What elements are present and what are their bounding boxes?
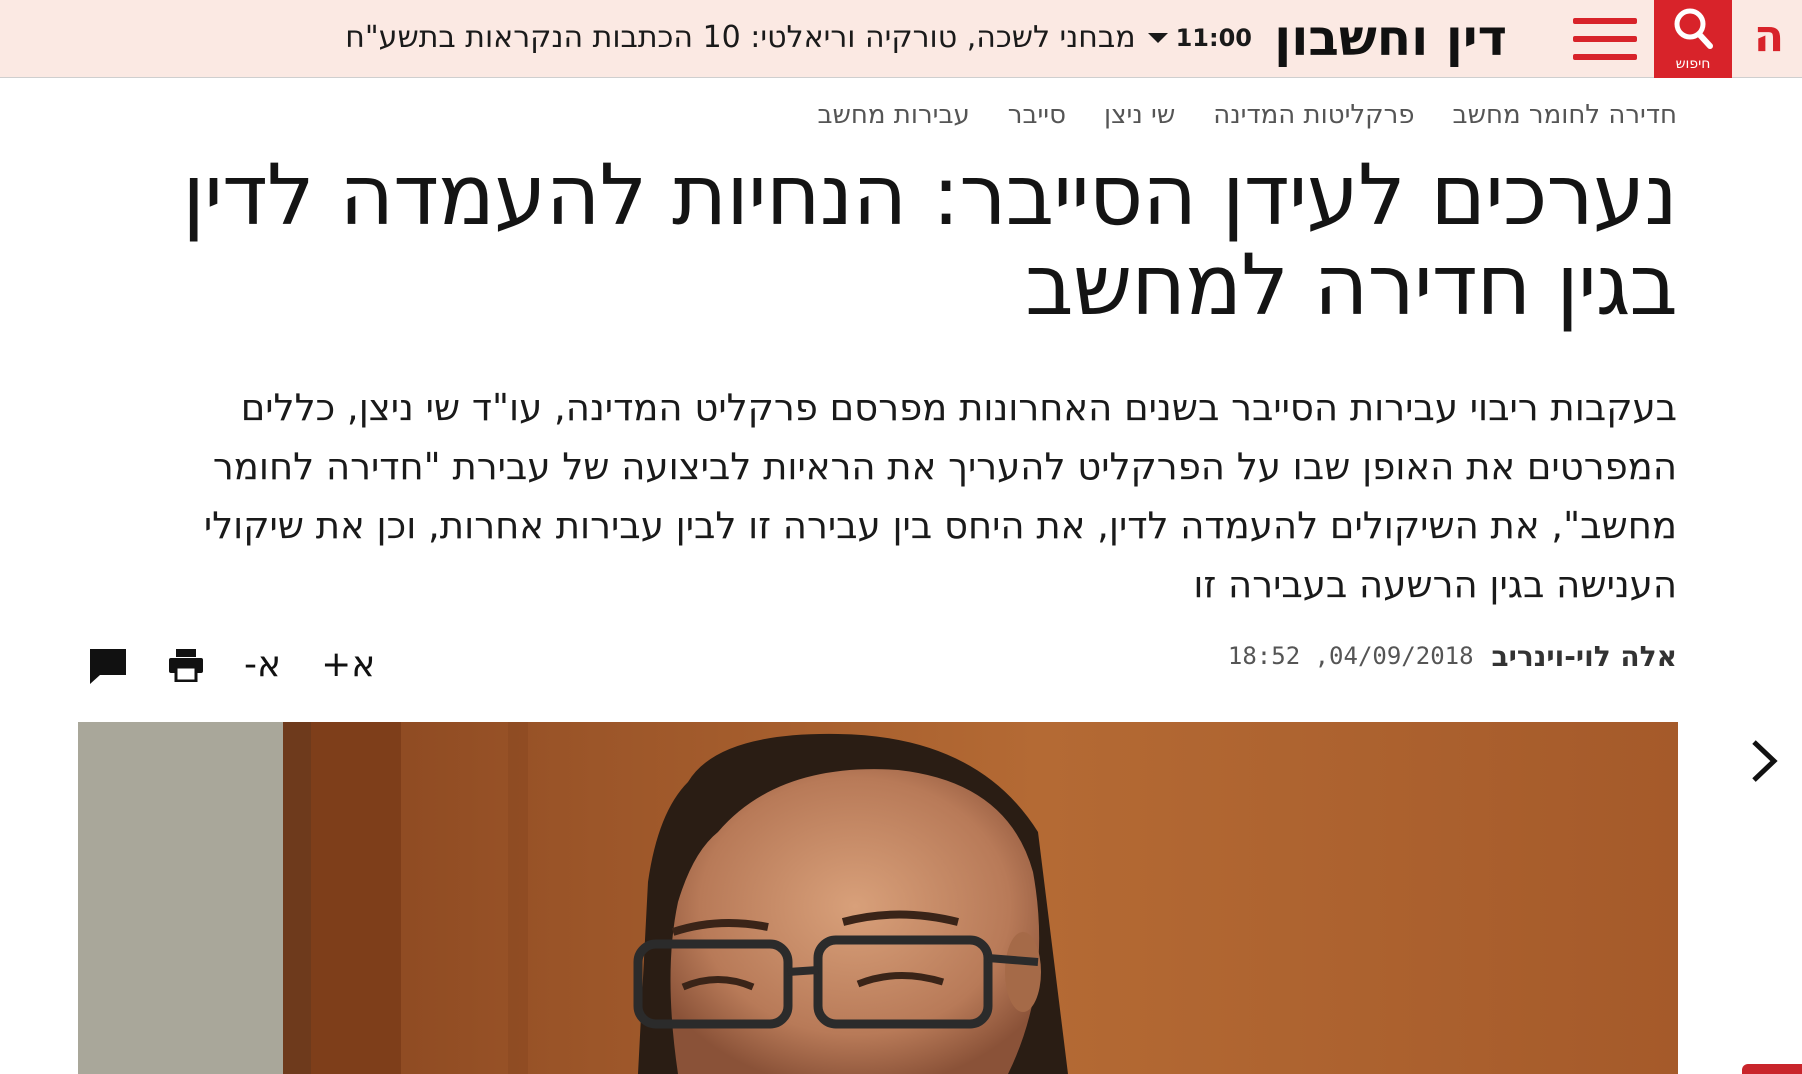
hamburger-icon-bar xyxy=(1573,54,1637,60)
corner-widget[interactable] xyxy=(1742,1064,1802,1074)
hamburger-icon xyxy=(1573,18,1637,24)
tag-link[interactable]: סייבר xyxy=(1008,100,1066,134)
ticker-time-dropdown[interactable]: 11:00 xyxy=(1147,18,1252,58)
site-logo[interactable]: ה xyxy=(1748,14,1790,60)
tag-link[interactable]: חדירה לחומר מחשב xyxy=(1453,100,1677,134)
search-label: חיפוש xyxy=(1675,56,1711,72)
news-ticker[interactable]: מבחני לשכה, טורקיה וריאלטי: 10 הכתבות הנ… xyxy=(345,18,1252,58)
author-name[interactable]: אלה לוי-וינריב xyxy=(1492,640,1677,673)
chevron-right-icon[interactable] xyxy=(1738,736,1788,786)
tag-link[interactable]: פרקליטות המדינה xyxy=(1213,100,1414,134)
article-title: נערכים לעידן הסייבר: הנחיות להעמדה לדין … xyxy=(182,146,1678,334)
publish-date: 18:52 ,04/09/2018 xyxy=(1227,642,1474,670)
ticker-headline[interactable]: מבחני לשכה, טורקיה וריאלטי: 10 הכתבות הנ… xyxy=(345,18,1135,58)
font-decrease-button[interactable]: א- xyxy=(244,647,281,683)
print-icon xyxy=(169,649,203,682)
ticker-time: 11:00 xyxy=(1175,24,1252,52)
print-button[interactable] xyxy=(168,648,204,682)
font-increase-button[interactable]: א+ xyxy=(321,647,375,683)
logo-glyph: ה xyxy=(1753,11,1785,62)
comment-icon xyxy=(90,649,126,684)
article-tools: א- א+ xyxy=(88,640,375,690)
hamburger-icon-bar xyxy=(1573,36,1637,42)
tag-link[interactable]: עבירות מחשב xyxy=(817,100,969,134)
menu-button[interactable] xyxy=(1573,18,1637,60)
comment-button[interactable] xyxy=(88,645,128,685)
article-subtitle: בעקבות ריבוי עבירות הסייבר בשנים האחרונו… xyxy=(203,386,1677,606)
top-bar: ה חיפוש דין וחשבון מבחני לשכה, טורקיה ור… xyxy=(0,0,1802,78)
article-tags: חדירה לחומר מחשב פרקליטות המדינה שי ניצן… xyxy=(817,100,1677,134)
article-photo xyxy=(78,722,1678,1074)
byline: אלה לוי-וינריב 18:52 ,04/09/2018 xyxy=(1228,636,1677,676)
section-title[interactable]: דין וחשבון xyxy=(1274,8,1507,68)
chevron-down-icon xyxy=(1147,33,1168,43)
search-icon xyxy=(1674,8,1713,49)
portrait-photo xyxy=(78,722,1678,1074)
tag-link[interactable]: שי ניצן xyxy=(1104,100,1175,134)
search-button[interactable]: חיפוש xyxy=(1654,0,1732,78)
